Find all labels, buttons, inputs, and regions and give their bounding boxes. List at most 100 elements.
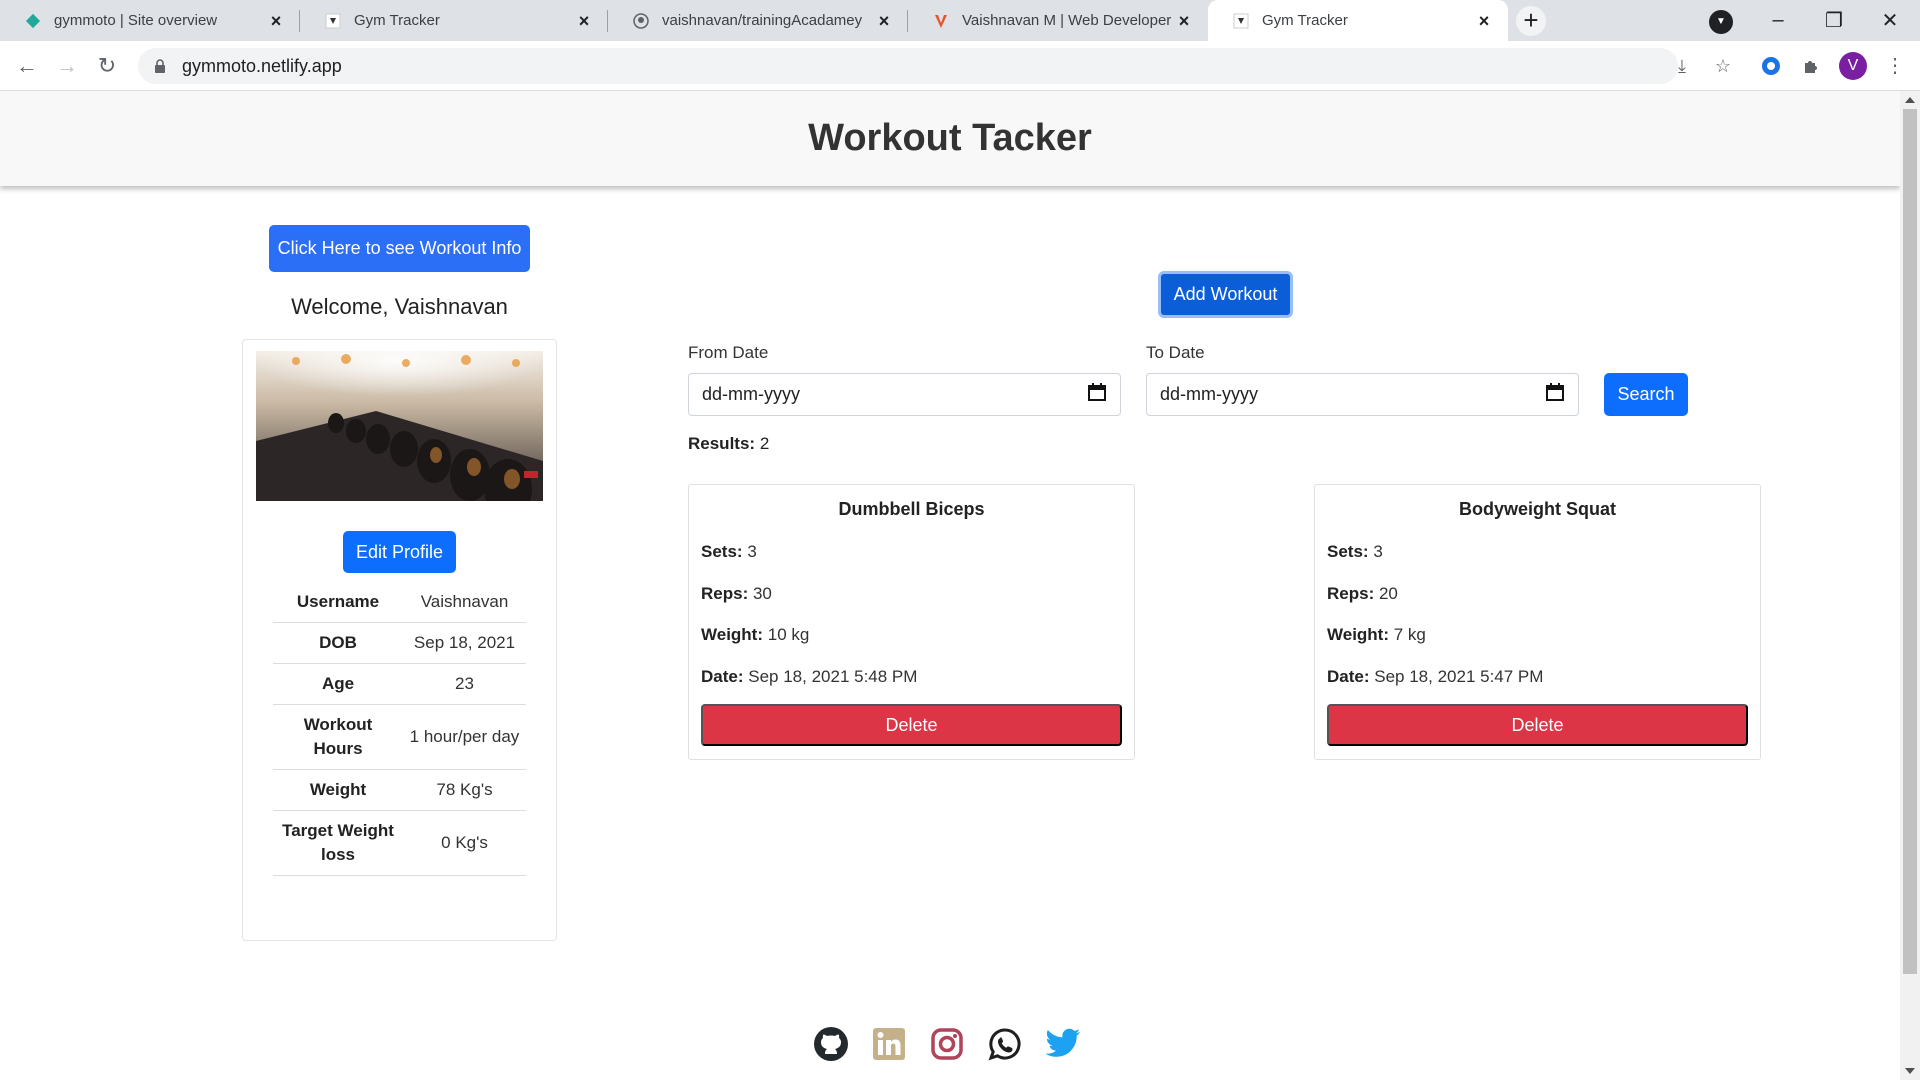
profile-row-workout-hours: Workout Hours 1 hour/per day bbox=[273, 704, 526, 770]
from-date-value: dd-mm-yyyy bbox=[702, 384, 800, 404]
reload-icon[interactable]: ↻ bbox=[91, 50, 123, 82]
row-value: Vaishnavan bbox=[403, 582, 526, 623]
row-label: Username bbox=[273, 582, 403, 623]
back-icon[interactable]: ← bbox=[11, 50, 43, 82]
browser-tab[interactable]: Gym Tracker × bbox=[300, 0, 608, 41]
page-title: Workout Tacker bbox=[808, 117, 1092, 159]
install-app-icon[interactable]: ⤓ bbox=[1672, 56, 1692, 76]
profile-row-weight: Weight 78 Kg's bbox=[273, 769, 526, 811]
edit-profile-button[interactable]: Edit Profile bbox=[343, 531, 456, 573]
browser-toolbar: ← → ↻ gymmoto.netlify.app ⤓ ☆ V ⋮ bbox=[0, 41, 1920, 91]
browser-tab-active[interactable]: Gym Tracker × bbox=[1208, 0, 1508, 41]
close-tab-icon[interactable]: × bbox=[1474, 11, 1494, 31]
scroll-down-arrow[interactable] bbox=[1905, 1068, 1915, 1074]
github-icon bbox=[632, 12, 650, 30]
delete-workout-button[interactable]: Delete bbox=[701, 704, 1122, 746]
profile-card: Edit Profile Username Vaishnavan DOB Sep… bbox=[242, 339, 557, 941]
row-label: Weight bbox=[273, 769, 403, 811]
scrollbar-thumb[interactable] bbox=[1903, 109, 1917, 974]
add-workout-button[interactable]: Add Workout bbox=[1158, 271, 1293, 318]
extensions-puzzle-icon[interactable] bbox=[1799, 54, 1823, 78]
workout-reps: Reps: 20 bbox=[1327, 584, 1398, 603]
new-tab-icon[interactable]: + bbox=[1516, 6, 1546, 36]
workout-date: Date: Sep 18, 2021 5:47 PM bbox=[1327, 667, 1544, 686]
gym-favicon bbox=[1232, 12, 1250, 30]
workout-name: Dumbbell Biceps bbox=[838, 499, 985, 519]
gym-dumbbell-image bbox=[256, 351, 543, 501]
profile-row-username: Username Vaishnavan bbox=[273, 582, 526, 623]
row-label: DOB bbox=[273, 622, 403, 664]
workout-weight: Weight: 7 kg bbox=[1327, 625, 1426, 644]
page-viewport: Workout Tacker Click Here to see Workout… bbox=[0, 91, 1920, 1080]
close-tab-icon[interactable]: × bbox=[574, 11, 594, 31]
delete-workout-button[interactable]: Delete bbox=[1327, 704, 1748, 746]
search-button[interactable]: Search bbox=[1604, 373, 1688, 416]
row-value: 0 Kg's bbox=[403, 810, 526, 876]
close-tab-icon[interactable]: × bbox=[1174, 11, 1194, 31]
browser-tab[interactable]: gymmoto | Site overview × bbox=[0, 0, 300, 41]
netlify-icon bbox=[24, 12, 42, 30]
close-window-icon[interactable]: ✕ bbox=[1862, 0, 1918, 41]
scroll-up-arrow[interactable] bbox=[1905, 97, 1915, 103]
to-date-input[interactable]: dd-mm-yyyy bbox=[1146, 373, 1579, 416]
row-label: Workout Hours bbox=[273, 704, 403, 770]
tab-title: Gym Tracker bbox=[354, 12, 440, 29]
profile-avatar[interactable]: V bbox=[1839, 52, 1867, 80]
forward-icon[interactable]: → bbox=[51, 50, 83, 82]
lock-icon bbox=[152, 58, 168, 74]
profile-details-table: Username Vaishnavan DOB Sep 18, 2021 Age… bbox=[273, 582, 526, 876]
welcome-heading: Welcome, Vaishnavan bbox=[291, 294, 508, 319]
whatsapp-icon[interactable] bbox=[986, 1025, 1024, 1063]
workout-date: Date: Sep 18, 2021 5:48 PM bbox=[701, 667, 918, 686]
extension-icon[interactable] bbox=[1759, 54, 1783, 78]
row-value: Sep 18, 2021 bbox=[403, 622, 526, 664]
browser-tab[interactable]: Vaishnavan M | Web Developer × bbox=[908, 0, 1208, 41]
tab-title: Gym Tracker bbox=[1262, 12, 1348, 29]
row-value: 23 bbox=[403, 663, 526, 705]
workout-reps: Reps: 30 bbox=[701, 584, 772, 603]
to-date-value: dd-mm-yyyy bbox=[1160, 384, 1258, 404]
row-value: 78 Kg's bbox=[403, 769, 526, 811]
tab-title: gymmoto | Site overview bbox=[54, 12, 218, 29]
browser-tab-strip: gymmoto | Site overview × Gym Tracker × … bbox=[0, 0, 1920, 41]
address-bar[interactable]: gymmoto.netlify.app bbox=[138, 48, 1678, 84]
results-value: 2 bbox=[759, 434, 770, 453]
workout-name: Bodyweight Squat bbox=[1459, 499, 1616, 519]
profile-row-age: Age 23 bbox=[273, 663, 526, 705]
workout-sets: Sets: 3 bbox=[1327, 542, 1383, 561]
workout-info-button[interactable]: Click Here to see Workout Info bbox=[269, 225, 530, 272]
close-tab-icon[interactable]: × bbox=[266, 11, 286, 31]
app-header: Workout Tacker bbox=[0, 91, 1900, 186]
github-icon[interactable] bbox=[812, 1025, 850, 1063]
bookmark-star-icon[interactable]: ☆ bbox=[1713, 56, 1733, 76]
browser-menu-icon[interactable]: ⋮ bbox=[1885, 54, 1905, 78]
linkedin-icon[interactable] bbox=[870, 1025, 908, 1063]
instagram-icon[interactable] bbox=[928, 1025, 966, 1063]
v-logo-icon bbox=[932, 12, 950, 30]
workout-card: Bodyweight Squat Sets: 3 Reps: 20 Weight… bbox=[1314, 484, 1761, 760]
tab-title: vaishnavan/trainingAcadamey bbox=[662, 12, 863, 29]
minimize-icon[interactable]: – bbox=[1750, 0, 1806, 41]
close-tab-icon[interactable]: × bbox=[874, 11, 894, 31]
results-count: Results: 2 bbox=[688, 434, 769, 454]
twitter-icon[interactable] bbox=[1044, 1025, 1082, 1063]
results-label: Results: bbox=[688, 434, 756, 453]
tab-search-icon[interactable]: ▼ bbox=[1709, 10, 1733, 34]
from-date-input[interactable]: dd-mm-yyyy bbox=[688, 373, 1121, 416]
tab-title: Vaishnavan M | Web Developer bbox=[962, 12, 1172, 29]
address-url: gymmoto.netlify.app bbox=[182, 55, 342, 76]
workout-weight: Weight: 10 kg bbox=[701, 625, 810, 644]
workout-card: Dumbbell Biceps Sets: 3 Reps: 30 Weight:… bbox=[688, 484, 1135, 760]
calendar-icon[interactable] bbox=[1088, 383, 1106, 406]
restore-icon[interactable]: ❐ bbox=[1806, 0, 1862, 41]
profile-row-dob: DOB Sep 18, 2021 bbox=[273, 622, 526, 664]
calendar-icon[interactable] bbox=[1546, 383, 1564, 406]
browser-tab[interactable]: vaishnavan/trainingAcadamey × bbox=[608, 0, 908, 41]
to-date-label: To Date bbox=[1146, 343, 1205, 362]
row-label: Target Weight loss bbox=[273, 810, 403, 876]
from-date-label: From Date bbox=[688, 343, 769, 362]
workout-sets: Sets: 3 bbox=[701, 542, 757, 561]
page-scrollbar[interactable] bbox=[1900, 91, 1920, 1080]
row-label: Age bbox=[273, 663, 403, 705]
gym-favicon bbox=[324, 12, 342, 30]
